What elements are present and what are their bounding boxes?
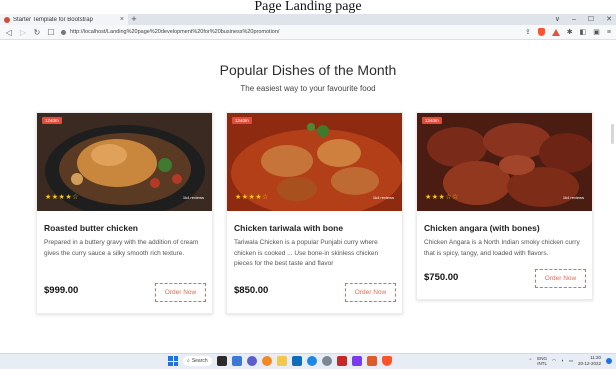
review-count: 1k4 reviews: [182, 195, 204, 200]
menu-icon[interactable]: ≡: [607, 29, 611, 36]
distance-badge: 1240m: [422, 117, 442, 124]
distance-badge: 1240m: [232, 117, 252, 124]
clock[interactable]: 11:20 20-12-2022: [578, 355, 601, 366]
app-icon[interactable]: [366, 356, 377, 366]
page-scrollbar[interactable]: [611, 124, 614, 144]
tab-title: Starter Template for Bootstrap: [13, 16, 93, 23]
dish-card: 1240m ★★★☆☆ 1k4 reviews Chicken angara (…: [416, 112, 593, 300]
browser-app-icon[interactable]: [261, 356, 272, 366]
address-bar: ◁ ▷ ↻ ☐ http://localhost/Landing%20page%…: [0, 25, 616, 40]
new-tab-button[interactable]: +: [128, 14, 140, 25]
dish-title: Chicken tariwala with bone: [234, 223, 344, 233]
address-bar-actions: ⇪ ✱ ◧ ▣ ≡: [525, 28, 611, 36]
tab-close-icon[interactable]: ×: [120, 16, 124, 23]
review-count: 1k4 reviews: [562, 195, 584, 200]
page-caption: Page Landing page: [254, 0, 362, 14]
section-subtitle: The easiest way to your favourite food: [240, 84, 376, 93]
reload-icon[interactable]: ↻: [33, 28, 41, 37]
search-icon: ⌕: [187, 358, 190, 364]
url-field[interactable]: http://localhost/Landing%20page%20develo…: [61, 29, 519, 35]
lang-layout: INTL: [537, 360, 548, 366]
distance-badge: 1240m: [42, 117, 62, 124]
site-info-icon[interactable]: [61, 29, 66, 35]
dish-price: $850.00: [234, 285, 269, 296]
chat-icon[interactable]: [246, 356, 257, 366]
order-now-button[interactable]: Order Now: [345, 283, 396, 302]
brave-shield-icon[interactable]: [537, 28, 545, 36]
store-icon[interactable]: [291, 356, 302, 366]
dish-description: Chicken Angara is a North Indian smoky c…: [424, 239, 580, 257]
dish-photo: 1240m ★★★★☆ 1k4 reviews: [37, 113, 212, 211]
volume-icon[interactable]: ◖: [561, 358, 564, 363]
rating-stars: ★★★☆☆: [425, 194, 459, 201]
clock-date: 20-12-2022: [577, 360, 601, 366]
dish-photo: 1240m ★★★☆☆ 1k4 reviews: [417, 113, 592, 211]
dish-title: Roasted butter chicken: [44, 223, 138, 233]
windows-start-icon[interactable]: [168, 356, 178, 366]
battery-icon[interactable]: ▭: [569, 358, 573, 364]
order-now-button[interactable]: Order Now: [535, 269, 586, 288]
system-tray: ⌃ ENG INTL ◠ ◖ ▭ 11:20 20-12-2022: [529, 355, 612, 366]
dish-title: Chicken angara (with bones): [424, 223, 540, 233]
file-explorer-icon[interactable]: [276, 356, 287, 366]
app-icon[interactable]: [321, 356, 332, 366]
section-title: Popular Dishes of the Month: [219, 62, 397, 78]
brave-browser-icon[interactable]: [381, 356, 392, 366]
rating-stars: ★★★★☆: [235, 194, 269, 201]
lang-code: ENG: [537, 355, 548, 361]
share-icon[interactable]: ⇪: [525, 28, 531, 36]
wallet-icon[interactable]: ▣: [593, 28, 600, 36]
browser-tab-bar: Starter Template for Bootstrap × + ∨ – ☐…: [0, 14, 616, 25]
tab-search-icon[interactable]: ∨: [555, 14, 560, 25]
close-window-icon[interactable]: ✕: [606, 14, 612, 25]
rating-stars: ★★★★☆: [45, 194, 79, 201]
browser-tab[interactable]: Starter Template for Bootstrap ×: [0, 14, 128, 25]
taskbar-apps: ⌕ Search: [168, 356, 392, 366]
dish-description: Prepared in a buttery gravy with the add…: [44, 239, 199, 257]
forward-icon[interactable]: ▷: [19, 28, 27, 37]
minimize-icon[interactable]: –: [572, 14, 576, 25]
widgets-icon[interactable]: [231, 356, 242, 366]
code-editor-icon[interactable]: [351, 356, 362, 366]
page-content: Popular Dishes of the Month The easiest …: [0, 40, 616, 353]
bookmark-icon[interactable]: ☐: [47, 28, 55, 37]
site-favicon-icon: [4, 16, 10, 23]
app-icon[interactable]: [336, 356, 347, 366]
notification-icon[interactable]: [606, 357, 612, 364]
extensions-icon[interactable]: ✱: [567, 28, 573, 36]
dish-card: 1240m ★★★★☆ 1k4 reviews Chicken tariwala…: [226, 112, 403, 314]
tray-chevron-icon[interactable]: ⌃: [529, 358, 533, 364]
dish-price: $999.00: [44, 285, 79, 296]
app-icon[interactable]: [306, 356, 317, 366]
window-controls: ∨ – ☐ ✕: [555, 14, 612, 25]
taskbar-search[interactable]: ⌕ Search: [183, 356, 212, 366]
dish-photo: 1240m ★★★★☆ 1k4 reviews: [227, 113, 402, 211]
dish-price: $750.00: [424, 272, 459, 283]
wifi-icon[interactable]: ◠: [552, 358, 556, 364]
input-language[interactable]: ENG INTL: [537, 356, 547, 366]
brave-rewards-icon[interactable]: [551, 28, 560, 36]
dish-card: 1240m ★★★★☆ 1k4 reviews Roasted butter c…: [36, 112, 213, 314]
taskbar-search-label: Search: [191, 358, 208, 364]
order-now-button[interactable]: Order Now: [155, 283, 206, 302]
url-text: http://localhost/Landing%20page%20develo…: [70, 29, 280, 35]
review-count: 1k4 reviews: [372, 195, 394, 200]
maximize-icon[interactable]: ☐: [588, 14, 594, 25]
back-icon[interactable]: ◁: [5, 28, 13, 37]
os-taskbar: ⌕ Search ⌃ ENG INTL ◠ ◖ ▭ 11:20 20-12-20…: [0, 353, 616, 369]
task-view-icon[interactable]: [216, 356, 227, 366]
dish-description: Tariwala Chicken is a popular Punjabi cu…: [234, 239, 379, 267]
sidebar-icon[interactable]: ◧: [580, 28, 587, 36]
